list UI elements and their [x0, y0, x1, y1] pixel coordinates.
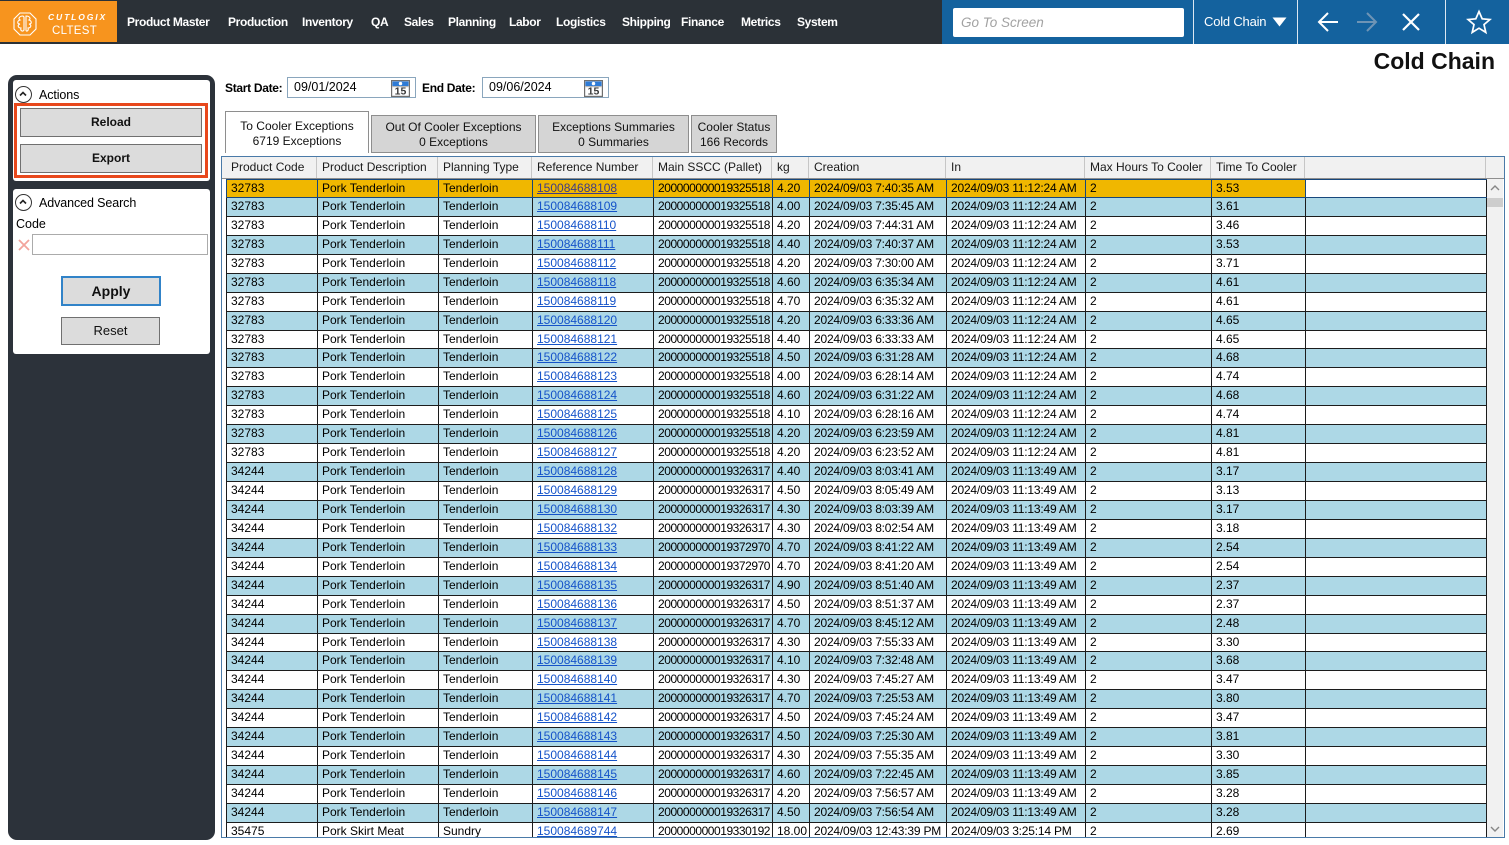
svg-text:15: 15 [588, 85, 600, 96]
svg-text:15: 15 [395, 85, 407, 96]
